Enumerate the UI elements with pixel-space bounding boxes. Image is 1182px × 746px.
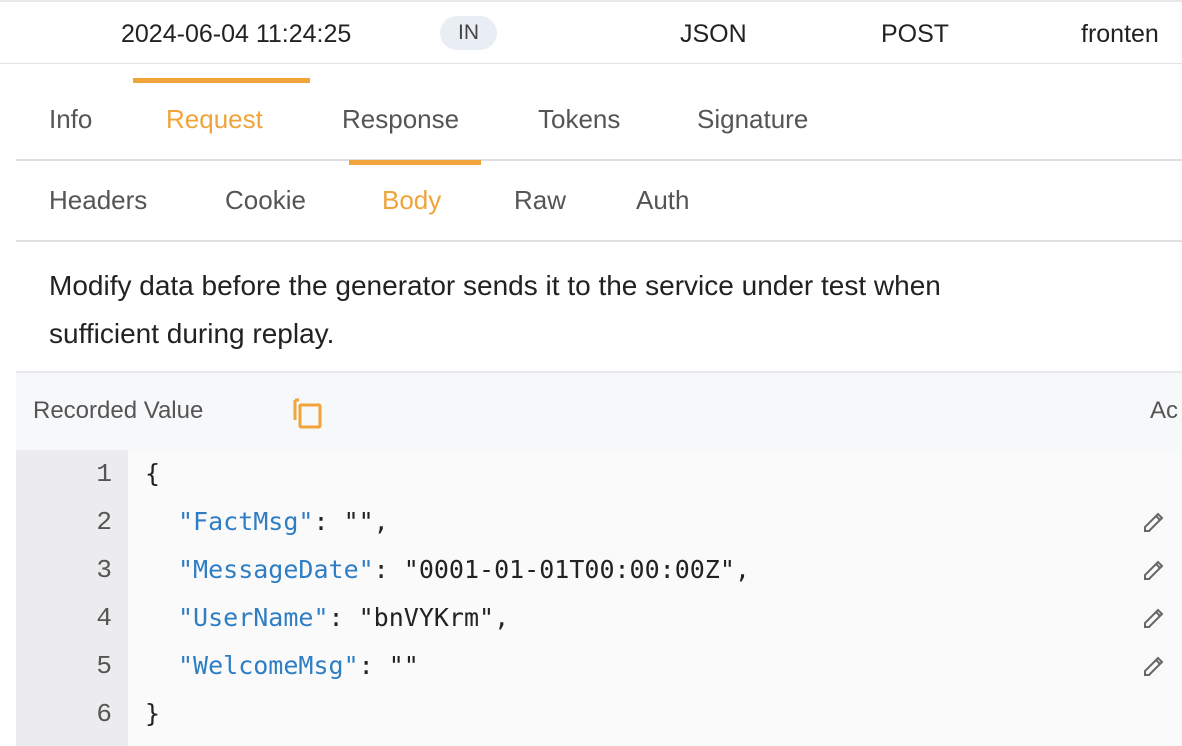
line-number: 1 (96, 459, 112, 489)
recorded-value-header: Recorded Value Ac (16, 371, 1182, 452)
line-number: 4 (96, 603, 112, 633)
json-key: "FactMsg" (178, 507, 314, 536)
subtab-body[interactable]: Body (382, 185, 441, 216)
pencil-icon[interactable] (1142, 558, 1166, 582)
record-format: JSON (680, 20, 747, 48)
actions-label: Ac (1150, 397, 1179, 424)
json-key: "MessageDate" (178, 555, 374, 584)
line-number: 2 (96, 507, 112, 537)
line-number: 3 (96, 555, 112, 585)
description-line-1: Modify data before the generator sends i… (49, 270, 941, 301)
record-method: POST (881, 20, 950, 48)
record-service: fronten (1081, 20, 1159, 48)
tab-info[interactable]: Info (49, 104, 92, 135)
code-line-welcomemsg[interactable]: "WelcomeMsg": "" (178, 642, 419, 690)
json-value: : "bnVYKrm", (328, 603, 510, 632)
pencil-icon[interactable] (1142, 606, 1166, 630)
record-timestamp: 2024-06-04 11:24:25 (121, 20, 352, 48)
json-key: "WelcomeMsg" (178, 651, 359, 680)
body-description: Modify data before the generator sends i… (49, 262, 1182, 358)
tab-response[interactable]: Response (342, 104, 459, 135)
code-line-messagedate[interactable]: "MessageDate": "0001-01-01T00:00:00Z", (178, 546, 750, 594)
line-number: 6 (96, 699, 112, 729)
json-value: : "0001-01-01T00:00:00Z", (373, 555, 750, 584)
line-number: 5 (96, 651, 112, 681)
pencil-icon[interactable] (1142, 510, 1166, 534)
json-value: : "", (313, 507, 389, 536)
subtab-auth[interactable]: Auth (636, 185, 690, 216)
subtab-raw[interactable]: Raw (514, 185, 566, 216)
subtab-headers[interactable]: Headers (49, 185, 147, 216)
pencil-icon[interactable] (1142, 654, 1166, 678)
sub-tabs: Headers Cookie Body Raw Auth (16, 160, 1182, 242)
json-value: : "" (358, 651, 419, 680)
description-line-2: sufficient during replay. (49, 318, 335, 349)
tab-signature[interactable]: Signature (697, 104, 808, 135)
code-line-factmsg[interactable]: "FactMsg": "", (178, 498, 389, 546)
code-line-username[interactable]: "UserName": "bnVYKrm", (178, 594, 509, 642)
code-close-brace: } (145, 699, 161, 728)
record-row[interactable]: 2024-06-04 11:24:25 IN JSON POST fronten (0, 0, 1182, 64)
recorded-value-label: Recorded Value (33, 397, 204, 424)
json-key: "UserName" (178, 603, 329, 632)
main-tabs: Info Request Response Tokens Signature (16, 82, 1182, 161)
tab-request[interactable]: Request (166, 104, 263, 135)
tab-tokens[interactable]: Tokens (538, 104, 620, 135)
direction-badge: IN (440, 16, 497, 50)
code-open-brace: { (145, 459, 161, 488)
copy-icon[interactable] (291, 396, 325, 430)
subtab-cookie[interactable]: Cookie (225, 185, 306, 216)
line-number-gutter: 1 2 3 4 5 6 (16, 450, 128, 746)
